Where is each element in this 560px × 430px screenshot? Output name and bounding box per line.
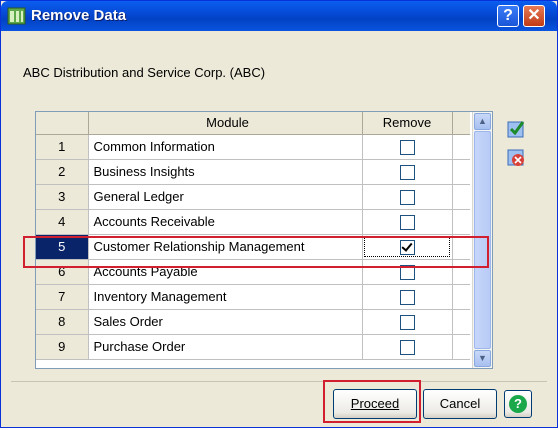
company-name: ABC Distribution and Service Corp. (ABC) [23, 65, 266, 80]
row-filler [452, 184, 470, 210]
remove-checkbox[interactable] [399, 314, 415, 330]
proceed-label: Proceed [350, 396, 400, 411]
table-row[interactable]: 3 General Ledger [36, 184, 470, 210]
remove-checkbox[interactable] [399, 214, 415, 230]
module-name: Accounts Receivable [88, 209, 363, 235]
remove-cell [362, 184, 453, 210]
table-row[interactable]: 7 Inventory Management [36, 284, 470, 310]
title-help-button[interactable]: ? [497, 5, 519, 27]
module-name: Business Insights [88, 159, 363, 185]
check-all-icon[interactable] [506, 119, 526, 139]
row-filler [452, 284, 470, 310]
row-number[interactable]: 4 [36, 209, 89, 235]
table-row[interactable]: 9 Purchase Order [36, 334, 470, 360]
row-filler [452, 209, 470, 235]
module-column-header[interactable]: Module [88, 112, 363, 135]
cancel-label: Cancel [439, 396, 481, 411]
table-row[interactable]: 2 Business Insights [36, 159, 470, 185]
module-name: Common Information [88, 134, 363, 160]
remove-cell [362, 134, 453, 160]
row-filler [452, 159, 470, 185]
table-row[interactable]: 4 Accounts Receivable [36, 209, 470, 235]
remove-checkbox[interactable] [399, 139, 415, 155]
remove-cell [362, 284, 453, 310]
remove-checkbox[interactable] [399, 164, 415, 180]
remove-cell [362, 309, 453, 335]
row-number[interactable]: 7 [36, 284, 89, 310]
footer-divider [11, 381, 547, 382]
proceed-button[interactable]: Proceed [333, 389, 417, 419]
title-bar[interactable]: Remove Data ? ✕ [1, 1, 557, 31]
row-number[interactable]: 1 [36, 134, 89, 160]
remove-cell [362, 159, 453, 185]
row-number-header [36, 112, 89, 135]
module-name: General Ledger [88, 184, 363, 210]
scroll-down-button[interactable]: ▼ [474, 350, 491, 367]
remove-checkbox[interactable] [399, 289, 415, 305]
table-row[interactable]: 1 Common Information [36, 134, 470, 160]
remove-checkbox[interactable] [399, 339, 415, 355]
module-name: Inventory Management [88, 284, 363, 310]
cancel-button[interactable]: Cancel [423, 389, 497, 419]
row-number[interactable]: 3 [36, 184, 89, 210]
window-title: Remove Data [31, 7, 127, 24]
app-icon [7, 7, 26, 25]
row-filler [452, 309, 470, 335]
remove-cell [362, 209, 453, 235]
row-number[interactable]: 9 [36, 334, 89, 360]
remove-checkbox[interactable] [399, 189, 415, 205]
selected-row-annotation [23, 236, 489, 268]
help-button[interactable]: ? [504, 390, 532, 418]
row-number[interactable]: 8 [36, 309, 89, 335]
uncheck-all-icon[interactable] [506, 147, 526, 167]
module-name: Purchase Order [88, 334, 363, 360]
remove-column-header[interactable]: Remove [362, 112, 453, 135]
table-row[interactable]: 8 Sales Order [36, 309, 470, 335]
help-icon: ? [509, 395, 527, 413]
title-close-button[interactable]: ✕ [523, 5, 545, 27]
header-filler [452, 112, 470, 135]
remove-cell [362, 334, 453, 360]
scroll-up-button[interactable]: ▲ [474, 113, 491, 130]
row-filler [452, 334, 470, 360]
module-name: Sales Order [88, 309, 363, 335]
row-filler [452, 134, 470, 160]
row-number[interactable]: 2 [36, 159, 89, 185]
remove-data-dialog: Remove Data ? ✕ ABC Distribution and Ser… [0, 0, 558, 428]
